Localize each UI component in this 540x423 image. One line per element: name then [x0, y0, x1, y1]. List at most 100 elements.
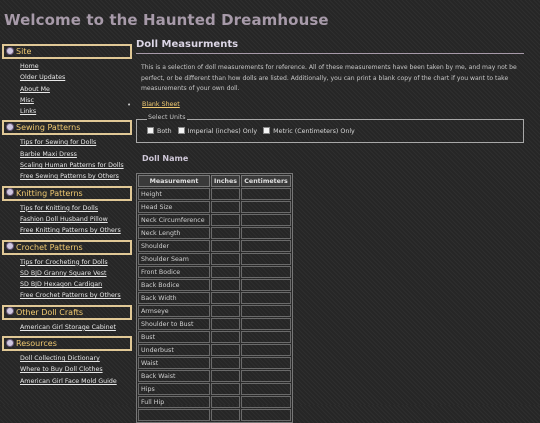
- inches-cell: [211, 305, 241, 317]
- sidebar-link[interactable]: Doll Collecting Dictionary: [20, 353, 132, 364]
- sidebar-section-title: Knitting Patterns: [16, 188, 83, 198]
- checkbox-icon[interactable]: [263, 126, 271, 134]
- sidebar-link[interactable]: Free Knitting Patterns by Others: [20, 225, 132, 236]
- inches-cell: [211, 383, 241, 395]
- table-row: Bust: [138, 331, 292, 343]
- measurement-name-cell: Back Bodice: [138, 279, 210, 291]
- sidebar-link[interactable]: About Me: [20, 84, 132, 95]
- inches-cell: [211, 266, 241, 278]
- measurement-name-cell: Neck Length: [138, 227, 210, 239]
- sidebar-nav: Site Home Older Updates About Me Misc Links Se…: [2, 44, 132, 390]
- sidebar-section-header: Knitting Patterns: [2, 185, 132, 201]
- inches-cell: [211, 227, 241, 239]
- measurement-name-cell: Front Bodice: [138, 266, 210, 278]
- sidebar-link[interactable]: Free Sewing Patterns by Others: [20, 171, 132, 182]
- sidebar-link[interactable]: Links: [20, 106, 132, 117]
- blank-sheet-link[interactable]: Blank Sheet: [142, 101, 180, 108]
- bullet-icon: [6, 338, 14, 347]
- checkbox-icon[interactable]: [147, 126, 154, 134]
- centimeters-cell: [241, 305, 292, 317]
- unit-option-both[interactable]: Both: [147, 126, 172, 135]
- sidebar-link[interactable]: Older Updates: [20, 72, 132, 83]
- centimeters-cell: [241, 279, 292, 291]
- sidebar-link[interactable]: American Girl Storage Cabinet: [20, 322, 132, 333]
- centimeters-cell: [241, 214, 292, 226]
- centimeters-cell: [241, 292, 292, 304]
- measurement-name-cell: Armseye: [138, 305, 210, 317]
- sidebar-link[interactable]: SD BJD Hexagon Cardigan: [20, 279, 132, 290]
- measurement-name-cell: Height: [138, 188, 210, 200]
- measurement-name-cell: Back Width: [138, 292, 210, 304]
- unit-option-label: Both: [157, 128, 172, 135]
- sidebar-link[interactable]: Tips for Sewing for Dolls: [20, 137, 132, 148]
- column-header: Centimeters: [241, 175, 292, 187]
- sidebar-section-title: Sewing Patterns: [16, 123, 81, 133]
- measurement-name-cell: Bust: [138, 331, 210, 343]
- bullet-icon: [6, 122, 14, 131]
- sidebar-link[interactable]: Home: [20, 61, 132, 72]
- sidebar-link[interactable]: Barbie Maxi Dress: [20, 149, 132, 160]
- checkbox-icon[interactable]: [177, 126, 185, 134]
- intro-text: This is a selection of doll measurements…: [141, 64, 517, 92]
- sidebar-link-list: Tips for Sewing for Dolls Barbie Maxi Dre…: [2, 137, 132, 182]
- inches-cell: [211, 370, 241, 382]
- bullet-icon: [6, 307, 14, 316]
- sidebar-link[interactable]: American Girl Face Mold Guide: [20, 376, 132, 387]
- measurement-name-cell: Hips: [138, 383, 210, 395]
- measurement-table: Measurement Inches Centimeters Height Hea…: [136, 173, 294, 423]
- page-title: Doll Measurments: [136, 38, 524, 54]
- sidebar-section-header: Sewing Patterns: [2, 120, 132, 136]
- unit-option-metric[interactable]: Metric (Centimeters) Only: [263, 126, 355, 135]
- centimeters-cell: [241, 409, 292, 421]
- sidebar-link[interactable]: Scaling Human Patterns for Dolls: [20, 160, 132, 171]
- centimeters-cell: [241, 240, 292, 252]
- sidebar-link[interactable]: Misc: [20, 95, 132, 106]
- table-row: Shoulder to Bust: [138, 318, 292, 330]
- inches-cell: [211, 214, 241, 226]
- inches-cell: [211, 240, 241, 252]
- column-header: Measurement: [138, 175, 210, 187]
- unit-option-label: Imperial (inches) Only: [187, 128, 258, 135]
- sidebar-link-list: Tips for Knitting for Dolls Fashion Doll …: [2, 203, 132, 237]
- units-fieldset: Select Units Both Imperial (inches) Only…: [136, 113, 524, 143]
- centimeters-cell: [241, 370, 292, 382]
- centimeters-cell: [241, 357, 292, 369]
- unit-option-imperial[interactable]: Imperial (inches) Only: [177, 126, 258, 135]
- centimeters-cell: [241, 201, 292, 213]
- sidebar-link[interactable]: Tips for Crocheting for Dolls: [20, 257, 132, 268]
- sidebar-section-title: Crochet Patterns: [16, 242, 83, 252]
- table-header-row: Measurement Inches Centimeters: [138, 175, 292, 187]
- units-legend: Select Units: [147, 113, 187, 121]
- sidebar-link[interactable]: Tips for Knitting for Dolls: [20, 203, 132, 214]
- inches-cell: [211, 279, 241, 291]
- sidebar-section-title: Site: [16, 47, 32, 56]
- table-row: Underbust: [138, 344, 292, 356]
- sidebar-link-list: Home Older Updates About Me Misc Links: [2, 61, 132, 117]
- sidebar-link-list: Tips for Crocheting for Dolls SD BJD Gran…: [2, 257, 132, 302]
- table-row: Back Waist: [138, 370, 292, 382]
- measurement-name-cell: Back Waist: [138, 370, 210, 382]
- centimeters-cell: [241, 331, 292, 343]
- sidebar-link[interactable]: Free Crochet Patterns by Others: [20, 290, 132, 301]
- column-header: Inches: [211, 175, 241, 187]
- sidebar-link[interactable]: Where to Buy Doll Clothes: [20, 364, 132, 375]
- table-row: Height: [138, 188, 292, 200]
- inches-cell: [211, 331, 241, 343]
- sidebar-section-header: Crochet Patterns: [2, 239, 132, 255]
- centimeters-cell: [241, 266, 292, 278]
- units-options: Both Imperial (inches) Only Metric (Cent…: [147, 126, 359, 135]
- centimeters-cell: [241, 227, 292, 239]
- inches-cell: [211, 253, 241, 265]
- sidebar-link[interactable]: SD BJD Granny Square Vest: [20, 268, 132, 279]
- measurement-name-cell: Head Size: [138, 201, 210, 213]
- sidebar-link-list: Doll Collecting Dictionary Where to Buy D…: [2, 353, 132, 387]
- inches-cell: [211, 292, 241, 304]
- sidebar-link[interactable]: Fashion Doll Husband Pillow: [20, 214, 132, 225]
- bullet-icon: [6, 188, 14, 197]
- sidebar-section-header: Site: [2, 44, 132, 59]
- measurement-name-cell: Full Hip: [138, 396, 210, 408]
- inches-cell: [211, 396, 241, 408]
- measurement-name-cell: Neck Circumference: [138, 214, 210, 226]
- table-row: Neck Circumference: [138, 214, 292, 226]
- measurement-name-cell: Shoulder to Bust: [138, 318, 210, 330]
